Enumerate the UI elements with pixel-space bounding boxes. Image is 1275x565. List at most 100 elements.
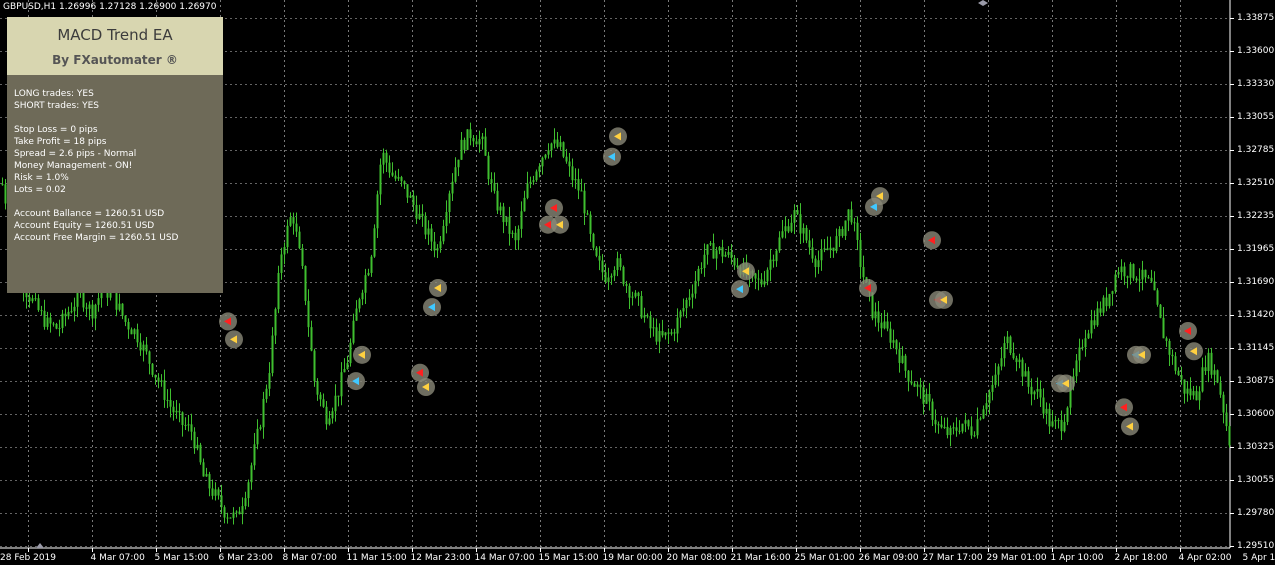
candle-body [826, 248, 829, 251]
trade-marker-exit[interactable] [603, 147, 621, 166]
candle-body [616, 258, 619, 271]
candle-body [757, 278, 760, 280]
candle-body [712, 243, 715, 259]
candle-body [958, 430, 961, 432]
candle-body [1060, 419, 1063, 432]
candle-body [700, 268, 703, 270]
candle-body [37, 298, 40, 311]
candle-body [1204, 367, 1207, 372]
candle-body [1033, 391, 1036, 395]
candle-body [1177, 370, 1180, 376]
trade-marker-sell[interactable] [417, 378, 435, 397]
candle-body [754, 273, 757, 279]
candle-body [364, 275, 367, 293]
candle-body [400, 177, 403, 182]
candle-body [40, 310, 43, 312]
candle-body [538, 166, 541, 172]
candle-body [670, 332, 673, 334]
candle-body [436, 248, 439, 251]
candle-body [760, 279, 763, 285]
candle-body [58, 327, 61, 329]
candle-body [265, 388, 268, 399]
ea-line-spacer [14, 196, 178, 208]
candle-body [331, 411, 334, 419]
candle-body [202, 462, 205, 477]
trade-marker-sell[interactable] [429, 278, 447, 297]
candle-body [976, 419, 979, 436]
trade-marker-buy[interactable] [859, 278, 877, 297]
trade-marker-sell[interactable] [871, 187, 889, 206]
candle-body [694, 280, 697, 294]
candle-body [940, 424, 943, 428]
trade-marker-sell[interactable] [935, 290, 953, 309]
trade-marker-buy[interactable] [1115, 398, 1133, 417]
candle-body [223, 507, 226, 518]
candle-body [448, 193, 451, 213]
trade-marker-sell[interactable] [737, 262, 755, 281]
price-tick-label: 1.33600 [1237, 45, 1275, 56]
candle-body [394, 175, 397, 179]
candle-body [445, 212, 448, 226]
candle-body [1009, 336, 1012, 353]
trade-marker-exit[interactable] [731, 280, 749, 299]
candle-body [943, 426, 946, 428]
trade-marker-sell[interactable] [353, 345, 371, 364]
ea-line-lots: Lots = 0.02 [14, 185, 66, 195]
trade-marker-buy[interactable] [1179, 321, 1197, 340]
candle-body [883, 321, 886, 329]
candle-body [31, 298, 34, 302]
candle-body [973, 435, 976, 437]
candle-body [877, 311, 880, 323]
candle-body [1108, 293, 1111, 307]
candle-body [649, 316, 652, 329]
candle-body [340, 372, 343, 397]
candle-body [550, 143, 553, 151]
candle-body [571, 166, 574, 181]
trade-marker-exit[interactable] [347, 372, 365, 391]
trade-marker-sell[interactable] [609, 127, 627, 146]
trade-marker-buy[interactable] [923, 231, 941, 250]
candle-body [307, 300, 310, 328]
candle-body [676, 317, 679, 334]
ea-line-equity: Account Equity = 1260.51 USD [14, 221, 155, 231]
candle-body [583, 190, 586, 214]
price-tick-label: 1.30875 [1237, 375, 1275, 386]
candle-body [349, 342, 352, 364]
price-tick-label: 1.29780 [1237, 507, 1275, 518]
trade-marker-sell[interactable] [1121, 417, 1139, 436]
candle-body [283, 247, 286, 255]
candle-body [1018, 359, 1021, 363]
time-tick-label: 20 Mar 08:00 [666, 553, 727, 563]
trade-marker-buy[interactable] [219, 312, 237, 331]
price-tick-label: 1.30600 [1237, 408, 1275, 419]
trade-marker-sell[interactable] [1057, 374, 1075, 393]
candle-body [190, 424, 193, 432]
candle-body [388, 162, 391, 173]
chart-scroll-handle-icon[interactable] [36, 543, 44, 548]
chart-shift-handle-icon[interactable] [978, 0, 988, 6]
ea-info-panel: MACD Trend EA By FXautomater ® LONG trad… [7, 17, 223, 293]
candle-body [604, 272, 607, 282]
trade-marker-sell[interactable] [551, 215, 569, 234]
candle-body [1192, 391, 1195, 396]
candle-body [853, 222, 856, 224]
candle-body [904, 355, 907, 371]
candle-body [682, 308, 685, 312]
trade-marker-sell[interactable] [225, 330, 243, 349]
candle-body [901, 355, 904, 363]
candle-body [463, 139, 466, 150]
trade-marker-sell[interactable] [1133, 345, 1151, 364]
candle-body [1036, 389, 1039, 392]
ea-title: MACD Trend EA [57, 26, 173, 44]
trade-marker-exit[interactable] [423, 298, 441, 317]
candle-body [355, 308, 358, 321]
candle-body [247, 482, 250, 499]
candle-body [1132, 264, 1135, 279]
candle-body [787, 226, 790, 232]
candle-body [268, 373, 271, 389]
candle-body [211, 488, 214, 496]
trade-marker-buy[interactable] [545, 199, 563, 218]
candle-body [679, 311, 682, 318]
trade-marker-sell[interactable] [1185, 342, 1203, 361]
candle-body [661, 330, 664, 336]
